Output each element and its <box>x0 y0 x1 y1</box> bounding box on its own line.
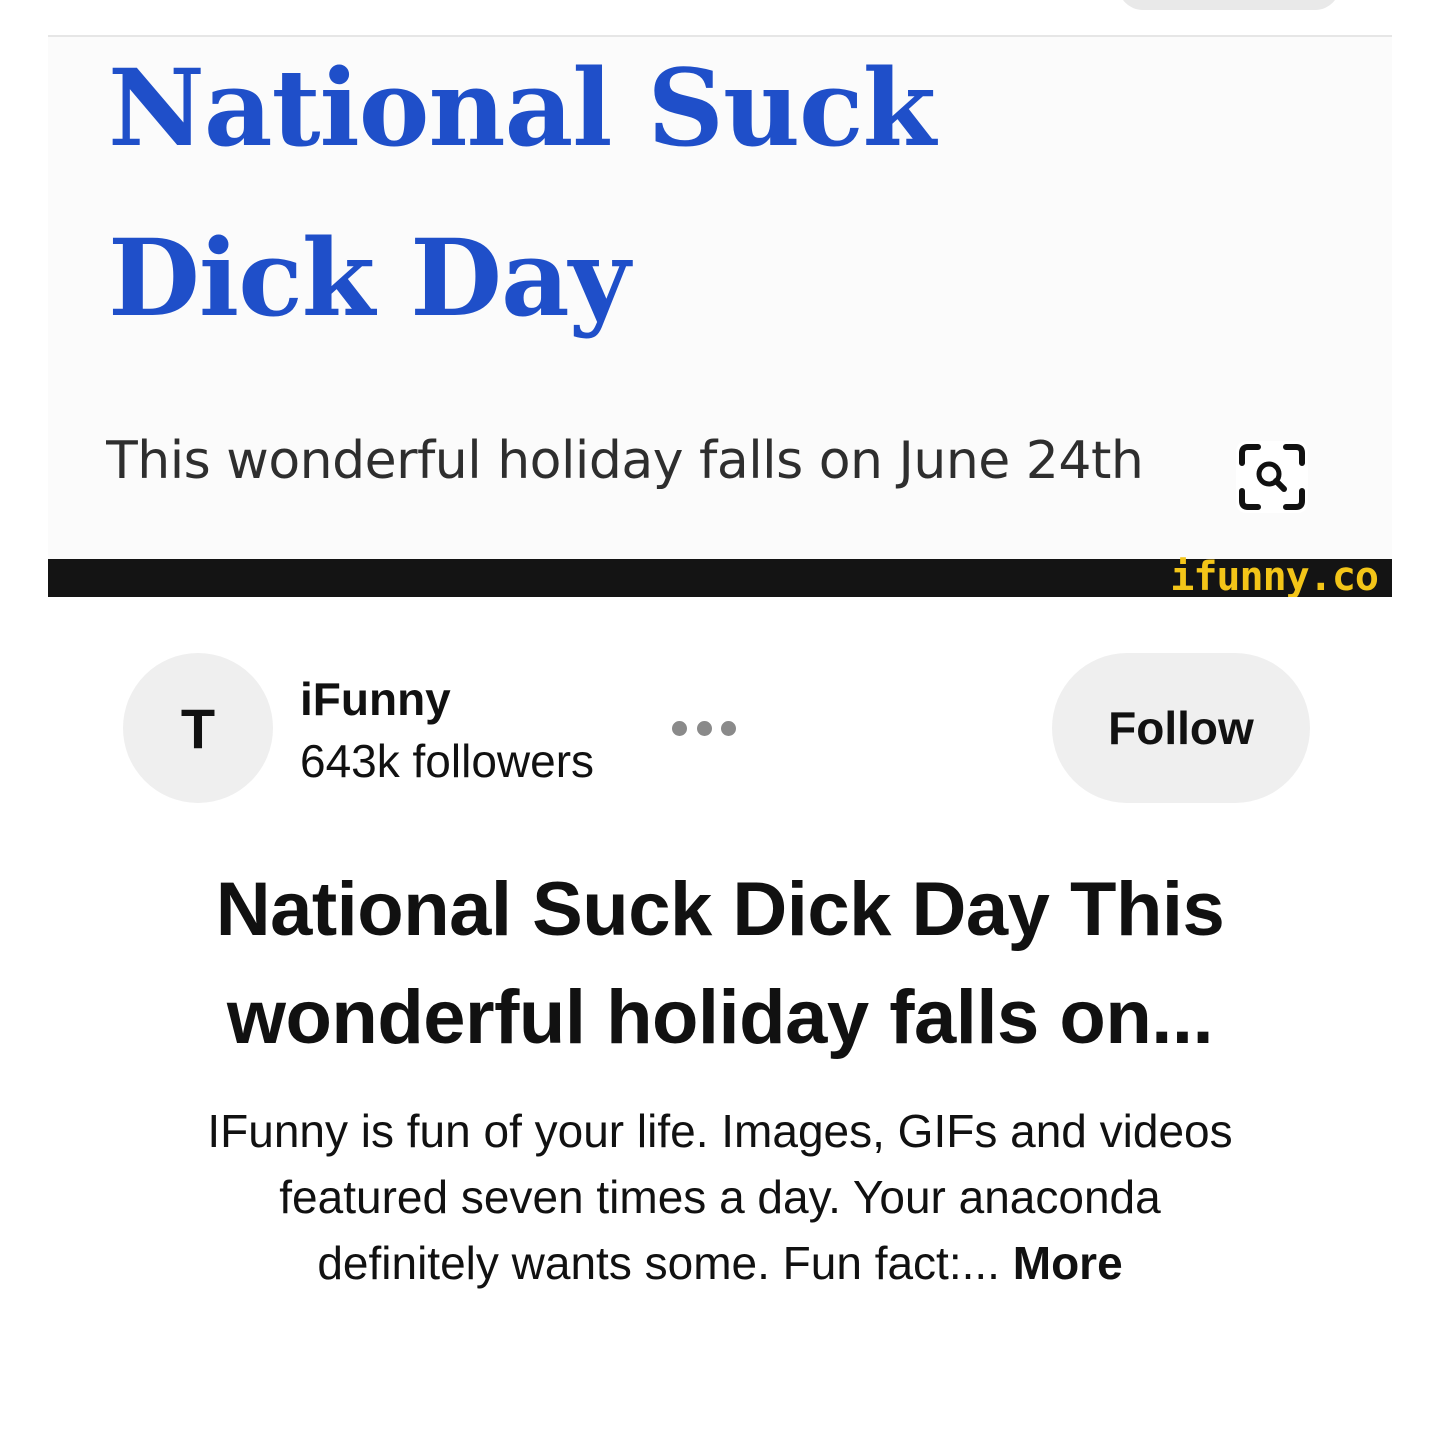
creator-followers: 643k followers <box>300 735 595 787</box>
image-subtext: This wonderful holiday falls on June 24t… <box>106 431 1144 491</box>
more-options-icon[interactable] <box>672 716 736 740</box>
more-link[interactable]: More <box>1013 1237 1123 1289</box>
pin-description: IFunny is fun of your life. Images, GIFs… <box>130 1098 1310 1296</box>
image-headline-line1: National Suck <box>108 45 936 170</box>
ifunny-watermark: ifunny.co <box>1170 554 1379 597</box>
description-line1: IFunny is fun of your life. Images, GIFs… <box>207 1105 1233 1157</box>
creator-name[interactable]: iFunny <box>300 672 451 726</box>
description-line2: featured seven times a day. Your anacond… <box>279 1171 1161 1223</box>
avatar-initial: T <box>180 696 216 760</box>
avatar[interactable]: T <box>123 653 273 803</box>
top-action-pill[interactable] <box>1118 0 1340 10</box>
description-line3: definitely wants some. Fun fact:... <box>317 1237 1000 1289</box>
pin-image[interactable]: National Suck Dick Day This wonderful ho… <box>48 37 1392 597</box>
pin-title-line2: wonderful holiday falls on... <box>226 975 1214 1060</box>
visual-search-icon[interactable] <box>1236 441 1308 513</box>
image-headline-line2: Dick Day <box>108 215 630 340</box>
pin-title-line1: National Suck Dick Day This <box>215 867 1225 952</box>
dot <box>721 720 736 736</box>
dot <box>696 720 712 736</box>
dot <box>672 720 687 736</box>
image-headline: National Suck Dick Day <box>108 37 936 363</box>
follow-button[interactable]: Follow <box>1052 653 1310 803</box>
description-line3-wrap: definitely wants some. Fun fact:... More <box>130 1230 1310 1296</box>
pin-title: National Suck Dick Day This wonderful ho… <box>100 856 1340 1072</box>
image-footer-bar: ifunny.co <box>48 555 1392 597</box>
